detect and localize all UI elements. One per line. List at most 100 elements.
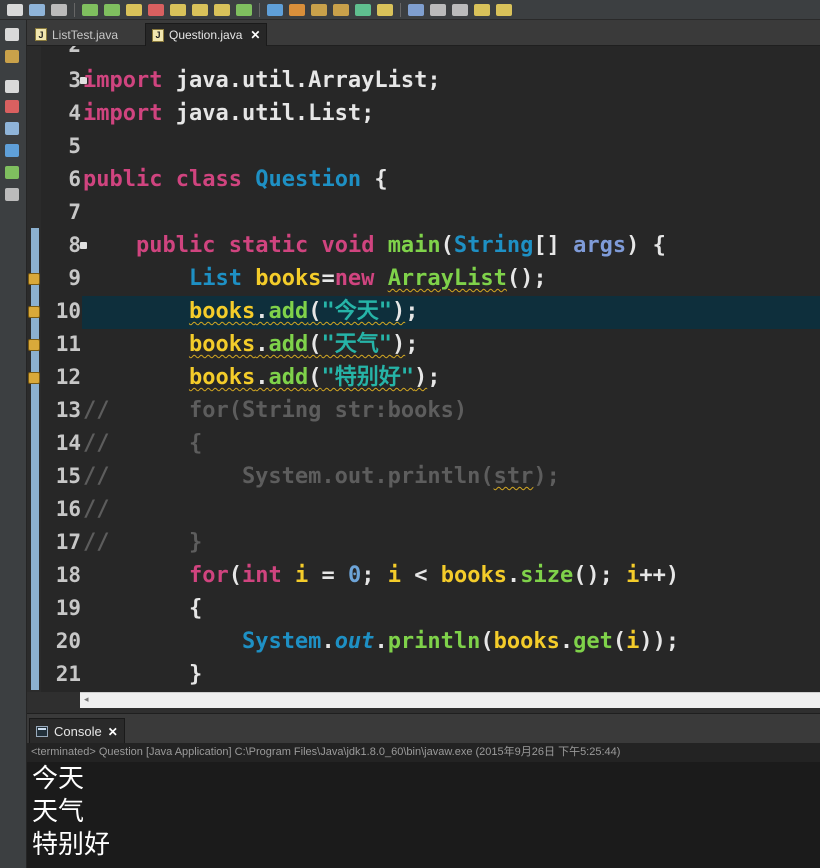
line-number: 12 (55, 365, 81, 389)
package-explorer-icon[interactable] (5, 28, 19, 41)
debug-icon[interactable] (82, 3, 98, 16)
code-line[interactable]: // } (83, 526, 202, 559)
back-icon[interactable] (474, 3, 490, 16)
warning-marker-icon[interactable] (28, 339, 40, 351)
line-number: 19 (55, 596, 81, 620)
code-line[interactable]: books.add("特别好"); (83, 361, 440, 394)
console-status-line: <terminated> Question [Java Application]… (27, 743, 820, 762)
code-token: java.util.List; (162, 101, 375, 126)
open-type-icon[interactable] (377, 3, 393, 16)
code-token: // (83, 497, 110, 522)
close-icon[interactable]: ✕ (108, 725, 118, 739)
console-output[interactable]: 今天 天气 特别好 (27, 762, 820, 868)
pause-icon[interactable] (126, 3, 142, 16)
line-number: 15 (55, 464, 81, 488)
scroll-left-icon[interactable]: ◂ (84, 695, 89, 705)
declaration-icon[interactable] (5, 166, 19, 179)
code-line[interactable]: books.add("天气"); (83, 328, 418, 361)
code-line[interactable]: import java.util.List; (83, 97, 374, 130)
progress-icon[interactable] (5, 188, 19, 201)
code-token: ; (405, 332, 419, 357)
code-token: . (506, 563, 521, 588)
code-token: // System.out.println( (83, 464, 494, 489)
coverage-icon[interactable] (267, 3, 283, 16)
close-icon[interactable]: ✕ (250, 28, 260, 42)
problems-icon[interactable] (5, 100, 19, 113)
code-line[interactable]: // { (83, 427, 202, 460)
code-line[interactable]: } (83, 658, 202, 691)
tab-question[interactable]: J Question.java ✕ (145, 23, 268, 46)
code-token: books (493, 629, 560, 654)
warning-marker-icon[interactable] (28, 306, 40, 318)
marker-ruler (27, 46, 41, 692)
line-number-gutter: 2 3 4 5 6 7 8 9 10 11 12 13 14 15 16 17 18 19 20 21 (41, 46, 87, 692)
code-line[interactable]: System.out.println(books.get(i)); (83, 625, 679, 658)
code-token: import (83, 101, 163, 126)
code-token: ) (413, 365, 428, 390)
code-line[interactable]: books.add("今天"); (83, 295, 418, 328)
step-return-icon[interactable] (214, 3, 230, 16)
code-token: . (321, 629, 335, 654)
line-number: 7 (68, 200, 81, 224)
code-token: // } (83, 530, 203, 555)
toolbar-separator (400, 2, 401, 17)
code-area[interactable]: import java.util.ArrayList; import java.u… (83, 46, 820, 692)
code-token: public (83, 167, 163, 192)
forward-icon[interactable] (496, 3, 512, 16)
tab-console[interactable]: Console ✕ (29, 718, 125, 744)
previous-annotation-icon[interactable] (452, 3, 468, 16)
step-into-icon[interactable] (170, 3, 186, 16)
toolbar-separator (259, 2, 260, 17)
new-package-icon[interactable] (333, 3, 349, 16)
tab-listtest[interactable]: J ListTest.java (29, 23, 124, 46)
code-token: . (255, 332, 269, 357)
javadoc-icon[interactable] (5, 144, 19, 157)
new-file-icon[interactable] (7, 3, 23, 16)
code-line[interactable]: { (83, 592, 202, 625)
warning-marker-icon[interactable] (28, 372, 40, 384)
code-token: "特别好" (321, 365, 414, 390)
task-list-icon[interactable] (5, 122, 19, 135)
print-icon[interactable] (51, 3, 67, 16)
code-token: (); (573, 563, 627, 588)
search-icon[interactable] (408, 3, 424, 16)
line-number: 11 (55, 332, 81, 356)
next-annotation-icon[interactable] (430, 3, 446, 16)
code-token: int (241, 563, 282, 588)
code-token: . (559, 629, 574, 654)
code-line[interactable]: public class Question { (83, 163, 388, 196)
run-last-icon[interactable] (236, 3, 252, 16)
stop-icon[interactable] (148, 3, 164, 16)
type-hierarchy-icon[interactable] (5, 50, 19, 63)
code-line[interactable]: for(int i = 0; i < books.size(); i++) (83, 559, 679, 592)
code-line[interactable]: List books=new ArrayList(); (83, 262, 547, 295)
run-icon[interactable] (104, 3, 120, 16)
code-token: ) { (626, 233, 666, 258)
code-line[interactable]: import java.util.ArrayList; (83, 64, 441, 97)
external-tools-icon[interactable] (289, 3, 305, 16)
code-token: . (255, 365, 269, 390)
new-java-project-icon[interactable] (311, 3, 327, 16)
save-icon[interactable] (29, 3, 45, 16)
code-token: ; (405, 299, 419, 324)
outline-icon[interactable] (5, 80, 19, 93)
line-number: 13 (55, 398, 81, 422)
code-token: ( (308, 332, 322, 357)
code-token: ( (480, 629, 494, 654)
warning-marker-icon[interactable] (28, 273, 40, 285)
code-token: books (188, 332, 256, 357)
code-token: i (387, 563, 401, 588)
code-editor[interactable]: 2 3 4 5 6 7 8 9 10 11 12 13 14 15 16 17 18 19 20 21 import… (27, 46, 820, 692)
console-output-line: 今天 (32, 764, 85, 794)
code-token: { (83, 596, 203, 621)
code-line[interactable]: public static void main(String[] args) { (83, 229, 666, 262)
new-class-icon[interactable] (355, 3, 371, 16)
editor-horizontal-scrollbar[interactable]: ◂ (80, 692, 820, 708)
code-line[interactable]: // (83, 493, 110, 526)
code-line[interactable]: // for(String str:books) (83, 394, 467, 427)
step-over-icon[interactable] (192, 3, 208, 16)
code-line[interactable]: // System.out.println(str); (83, 460, 560, 493)
